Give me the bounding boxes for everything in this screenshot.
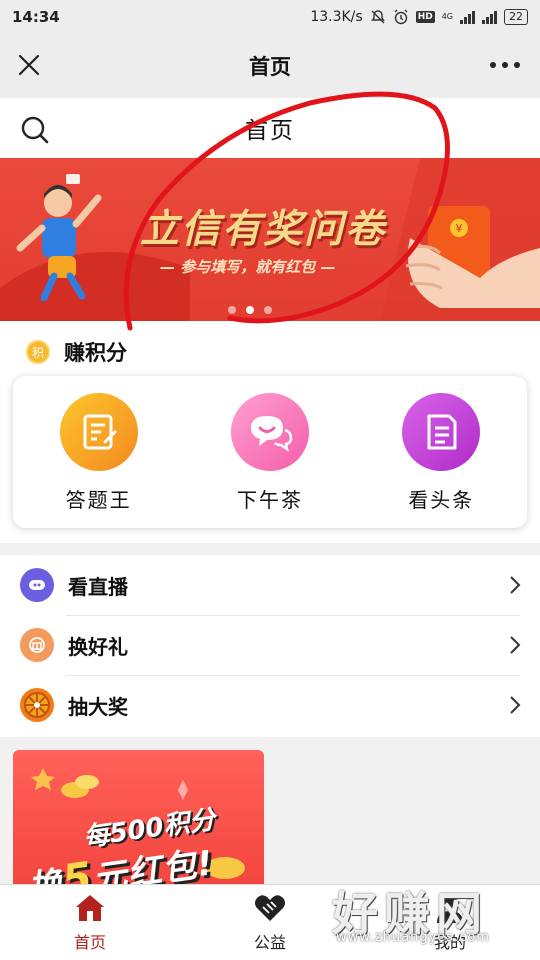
tab-label: 我的 [433,933,466,952]
earn-header: 积 赚积分 [26,337,127,367]
net-speed: 13.3K/s [310,9,363,25]
earn-points-section: 积 赚积分 答题王 下午茶 看头条 [0,321,540,543]
signal-icon [460,10,475,24]
hd-badge: HD [415,11,435,23]
banner-carousel[interactable]: ¥ 立信有奖问卷 — 参与填写，就有红包 — [0,158,540,321]
banner-subtitle: — 参与填写，就有红包 — [160,258,336,276]
status-indicators: 13.3K/s HD 4G 22 [310,9,528,25]
earn-item-answer[interactable]: 答题王 [13,376,184,528]
carousel-dot[interactable] [228,306,236,314]
mute-bell-icon [370,10,385,24]
list-item-label: 换好礼 [68,634,128,659]
gift-icon [20,628,54,662]
list-item-lottery[interactable]: 抽大奖 [0,675,540,735]
close-icon[interactable] [16,52,42,78]
tab-label: 首页 [73,933,106,952]
tab-home[interactable]: 首页 [0,885,180,960]
tab-bar: 首页 公益 我的 [0,884,540,960]
earn-item-label: 答题王 [65,488,132,512]
page-title: 首页 [245,118,295,144]
earn-item-label: 下午茶 [236,488,303,512]
tab-charity[interactable]: 公益 [180,885,360,960]
signal-icon-2 [482,10,497,24]
feature-list: 看直播 换好礼 抽大奖 [0,555,540,737]
heart-hands-icon [255,895,285,921]
list-item-gift[interactable]: 换好礼 [0,615,540,675]
more-icon[interactable] [490,62,520,68]
chat-icon [230,393,309,471]
promo-line2-post: 元红包! [90,843,217,890]
earn-item-tea[interactable]: 下午茶 [184,376,355,528]
network-type: 4G [441,12,453,21]
alarm-icon [394,9,408,25]
list-item-label: 看直播 [68,574,128,599]
carousel-dot[interactable] [264,306,272,314]
nav-bar: 首页 [0,34,540,98]
earn-item-label: 看头条 [408,488,475,512]
tab-label: 公益 [253,933,286,952]
status-bar: 14:34 13.3K/s HD 4G 22 [0,0,540,34]
chevron-right-icon [510,576,521,594]
banner-title: 立信有奖问卷 [140,207,387,252]
envelope-yuan: ¥ [456,222,463,235]
carousel-dot-active[interactable] [246,306,254,314]
promo-card[interactable]: 每500积分 换5元红包! [13,750,264,890]
carousel-dots [228,306,272,314]
answer-icon [59,393,138,471]
chevron-right-icon [510,696,521,714]
user-icon [437,895,463,923]
earn-card: 答题王 下午茶 看头条 [13,376,527,528]
points-badge-icon: 积 [26,340,50,364]
news-icon [402,393,481,471]
nav-title: 首页 [249,55,291,79]
earn-item-news[interactable]: 看头条 [356,376,527,528]
page-header: 首页 [0,98,540,158]
earn-title: 赚积分 [64,341,127,365]
tab-mine[interactable]: 我的 [360,885,540,960]
search-icon[interactable] [20,115,50,145]
list-item-label: 抽大奖 [68,694,128,719]
wheel-icon [20,688,54,722]
live-icon [20,568,54,602]
chevron-right-icon [510,636,521,654]
status-time: 14:34 [12,8,60,26]
list-item-live[interactable]: 看直播 [0,555,540,615]
home-icon [76,895,104,921]
battery-icon: 22 [504,9,528,25]
